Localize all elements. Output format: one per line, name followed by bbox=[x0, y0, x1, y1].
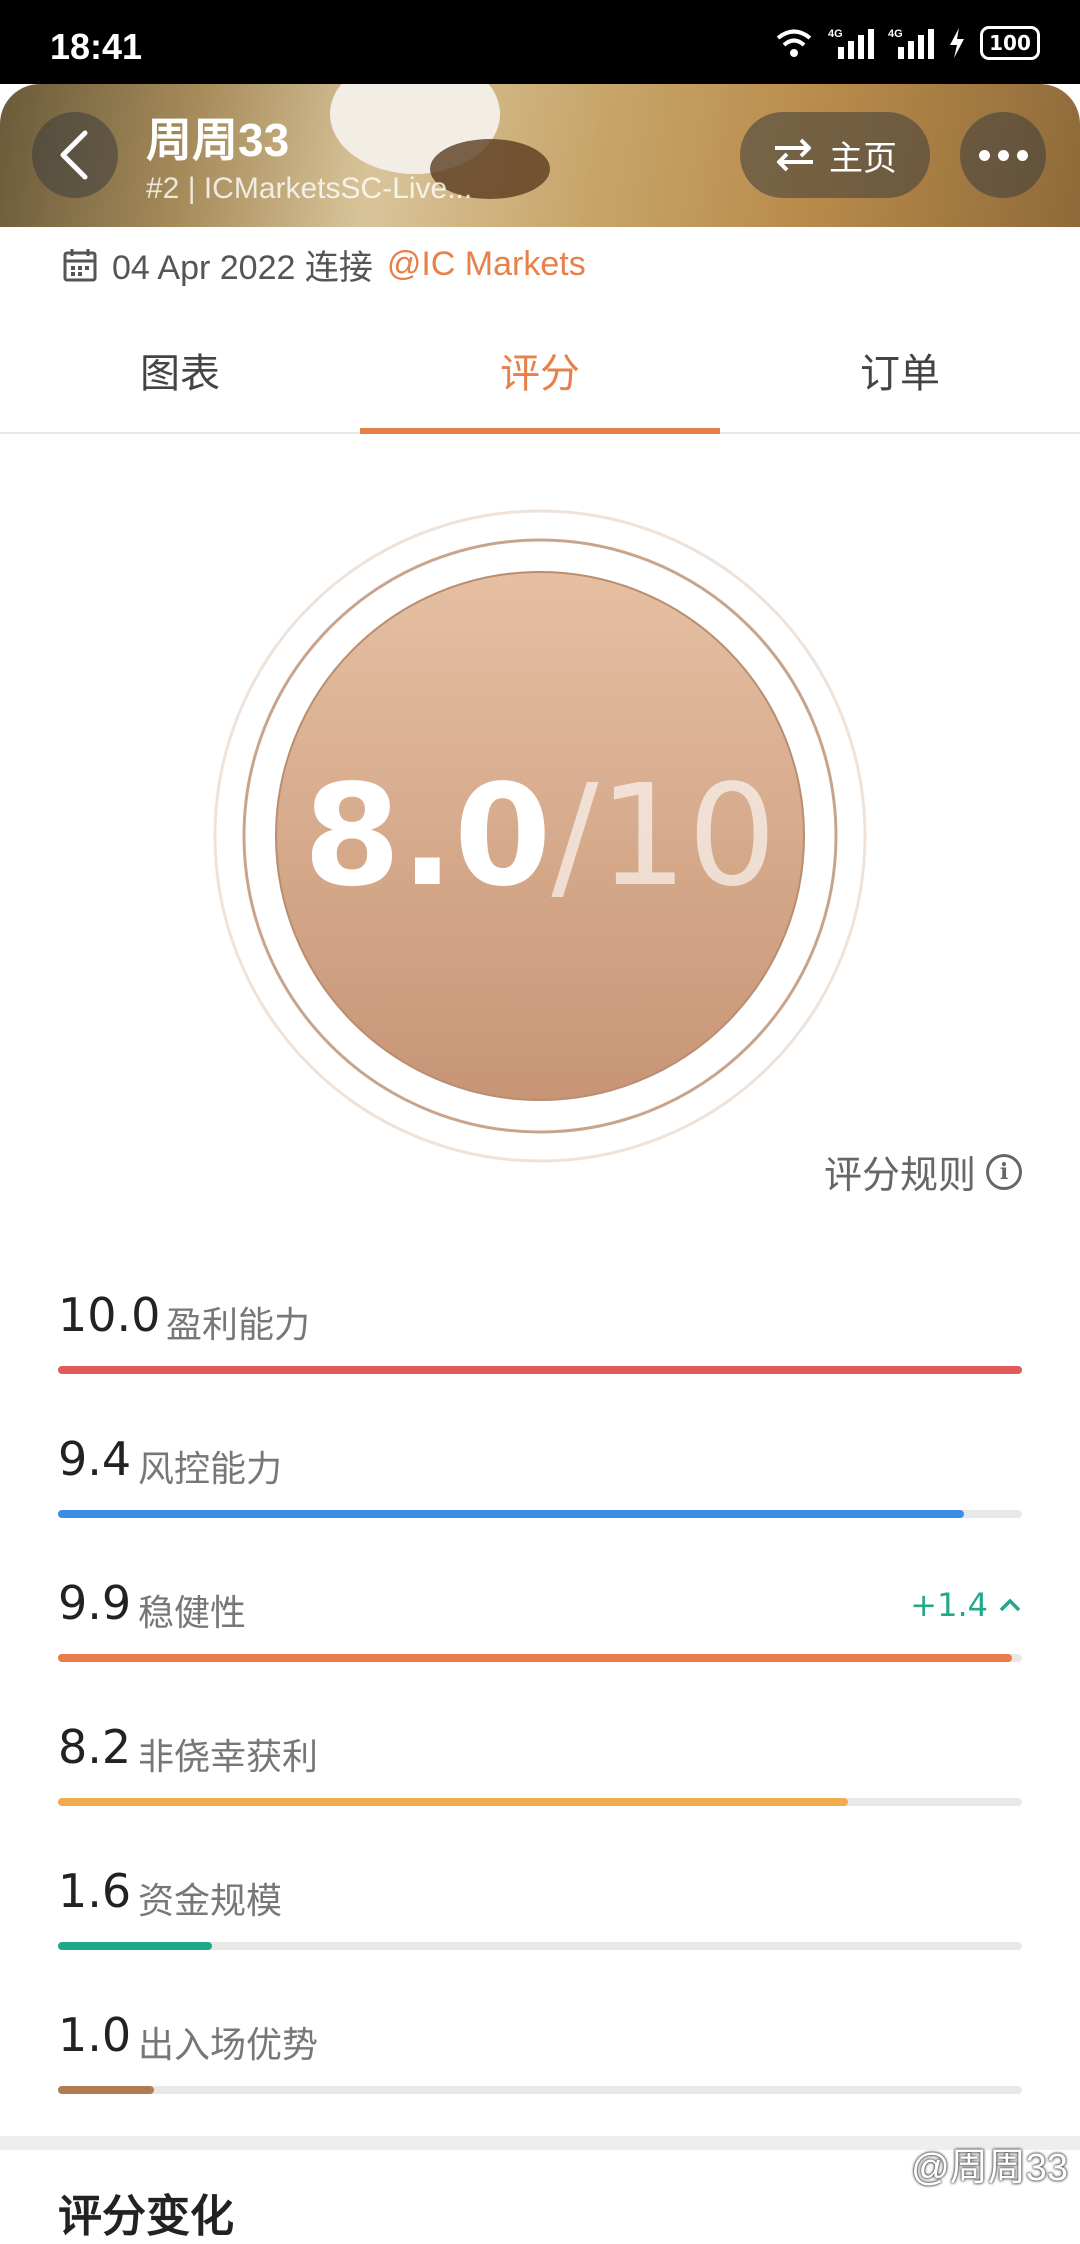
metric-progress-track bbox=[58, 1654, 1022, 1662]
svg-text:4G: 4G bbox=[828, 28, 843, 40]
tab-score[interactable]: 评分 bbox=[360, 316, 720, 434]
metric-label: 出入场优势 bbox=[138, 2025, 319, 2066]
info-icon: i bbox=[986, 1153, 1022, 1190]
back-button[interactable] bbox=[32, 112, 118, 198]
connection-info: 04 Apr 2022 连接 @IC Markets bbox=[62, 240, 586, 289]
score-value: 8.0 bbox=[303, 754, 552, 918]
metric-progress-fill bbox=[58, 1798, 849, 1806]
tab-orders[interactable]: 订单 bbox=[720, 316, 1080, 432]
swap-icon bbox=[775, 138, 813, 172]
metric-progress-track bbox=[58, 2086, 1022, 2094]
metric-label: 盈利能力 bbox=[166, 1305, 311, 1346]
metric-delta: +1.4 bbox=[910, 1586, 1022, 1624]
tab-chart[interactable]: 图表 bbox=[0, 316, 360, 432]
signal-icon: 4G bbox=[828, 28, 874, 59]
overall-score: 8.0/10 bbox=[212, 508, 868, 1164]
metric-row: 1.0 出入场优势 bbox=[58, 2008, 1022, 2128]
broker-link[interactable]: @IC Markets bbox=[387, 245, 586, 284]
metric-label: 资金规模 bbox=[138, 1881, 283, 1922]
profile-name: 周周33 bbox=[146, 114, 290, 166]
more-dot-icon bbox=[1016, 149, 1028, 161]
svg-text:4G: 4G bbox=[888, 28, 903, 40]
metric-label: 非侥幸获利 bbox=[138, 1737, 319, 1778]
score-rules-link[interactable]: 评分规则 i bbox=[824, 1144, 1022, 1199]
more-dot-icon bbox=[978, 149, 990, 161]
metric-delta-value: +1.4 bbox=[910, 1586, 988, 1624]
chevron-left-icon bbox=[60, 130, 88, 180]
metric-row: 8.2 非侥幸获利 bbox=[58, 1720, 1022, 1840]
score-change-title: 评分变化 bbox=[58, 2191, 234, 2242]
signal-icon-2: 4G bbox=[888, 28, 934, 59]
metric-row: 9.9 稳健性 +1.4 bbox=[58, 1576, 1022, 1696]
metric-progress-track bbox=[58, 1366, 1022, 1374]
metric-progress-fill bbox=[58, 1366, 1022, 1374]
metric-row: 10.0 盈利能力 bbox=[58, 1288, 1022, 1408]
wifi-icon bbox=[776, 29, 812, 57]
metric-progress-fill bbox=[58, 1510, 965, 1518]
tab-bar: 图表 评分 订单 bbox=[0, 316, 1080, 434]
home-button-label: 主页 bbox=[829, 138, 897, 179]
home-button[interactable]: 主页 bbox=[740, 112, 930, 198]
metric-value: 1.0 bbox=[58, 2008, 132, 2062]
watermark: @周周33 bbox=[911, 2147, 1068, 2189]
chevron-up-icon bbox=[999, 1598, 1021, 1612]
metric-progress-track bbox=[58, 1510, 1022, 1518]
more-options-button[interactable] bbox=[960, 112, 1046, 198]
score-total: /10 bbox=[551, 754, 777, 918]
status-bar: 18:41 4G 4G 100 bbox=[0, 0, 1080, 84]
account-subtitle: #2 | ICMarketsSC-Live... bbox=[146, 172, 473, 205]
metric-value: 9.4 bbox=[58, 1432, 132, 1486]
status-icons: 4G 4G 100 bbox=[774, 26, 1040, 60]
metric-progress-fill bbox=[58, 1942, 213, 1950]
metric-progress-track bbox=[58, 1798, 1022, 1806]
charging-icon bbox=[950, 28, 964, 58]
score-ring: 8.0/10 bbox=[212, 508, 868, 1164]
metric-label: 稳健性 bbox=[138, 1593, 247, 1634]
metric-value: 10.0 bbox=[58, 1288, 161, 1342]
metric-progress-fill bbox=[58, 1654, 1013, 1662]
metric-label: 风控能力 bbox=[138, 1449, 283, 1490]
metric-value: 8.2 bbox=[58, 1720, 132, 1774]
metric-progress-track bbox=[58, 1942, 1022, 1950]
metric-row: 1.6 资金规模 bbox=[58, 1864, 1022, 1984]
status-time: 18:41 bbox=[50, 26, 143, 67]
more-dot-icon bbox=[997, 149, 1009, 161]
metric-value: 1.6 bbox=[58, 1864, 132, 1918]
battery-icon: 100 bbox=[980, 26, 1040, 60]
metric-progress-fill bbox=[58, 2086, 155, 2094]
metric-value: 9.9 bbox=[58, 1576, 132, 1630]
metric-row: 9.4 风控能力 bbox=[58, 1432, 1022, 1552]
calendar-icon bbox=[63, 248, 97, 281]
score-rules-label: 评分规则 bbox=[823, 1153, 976, 1197]
connection-date: 04 Apr 2022 连接 bbox=[112, 249, 373, 287]
